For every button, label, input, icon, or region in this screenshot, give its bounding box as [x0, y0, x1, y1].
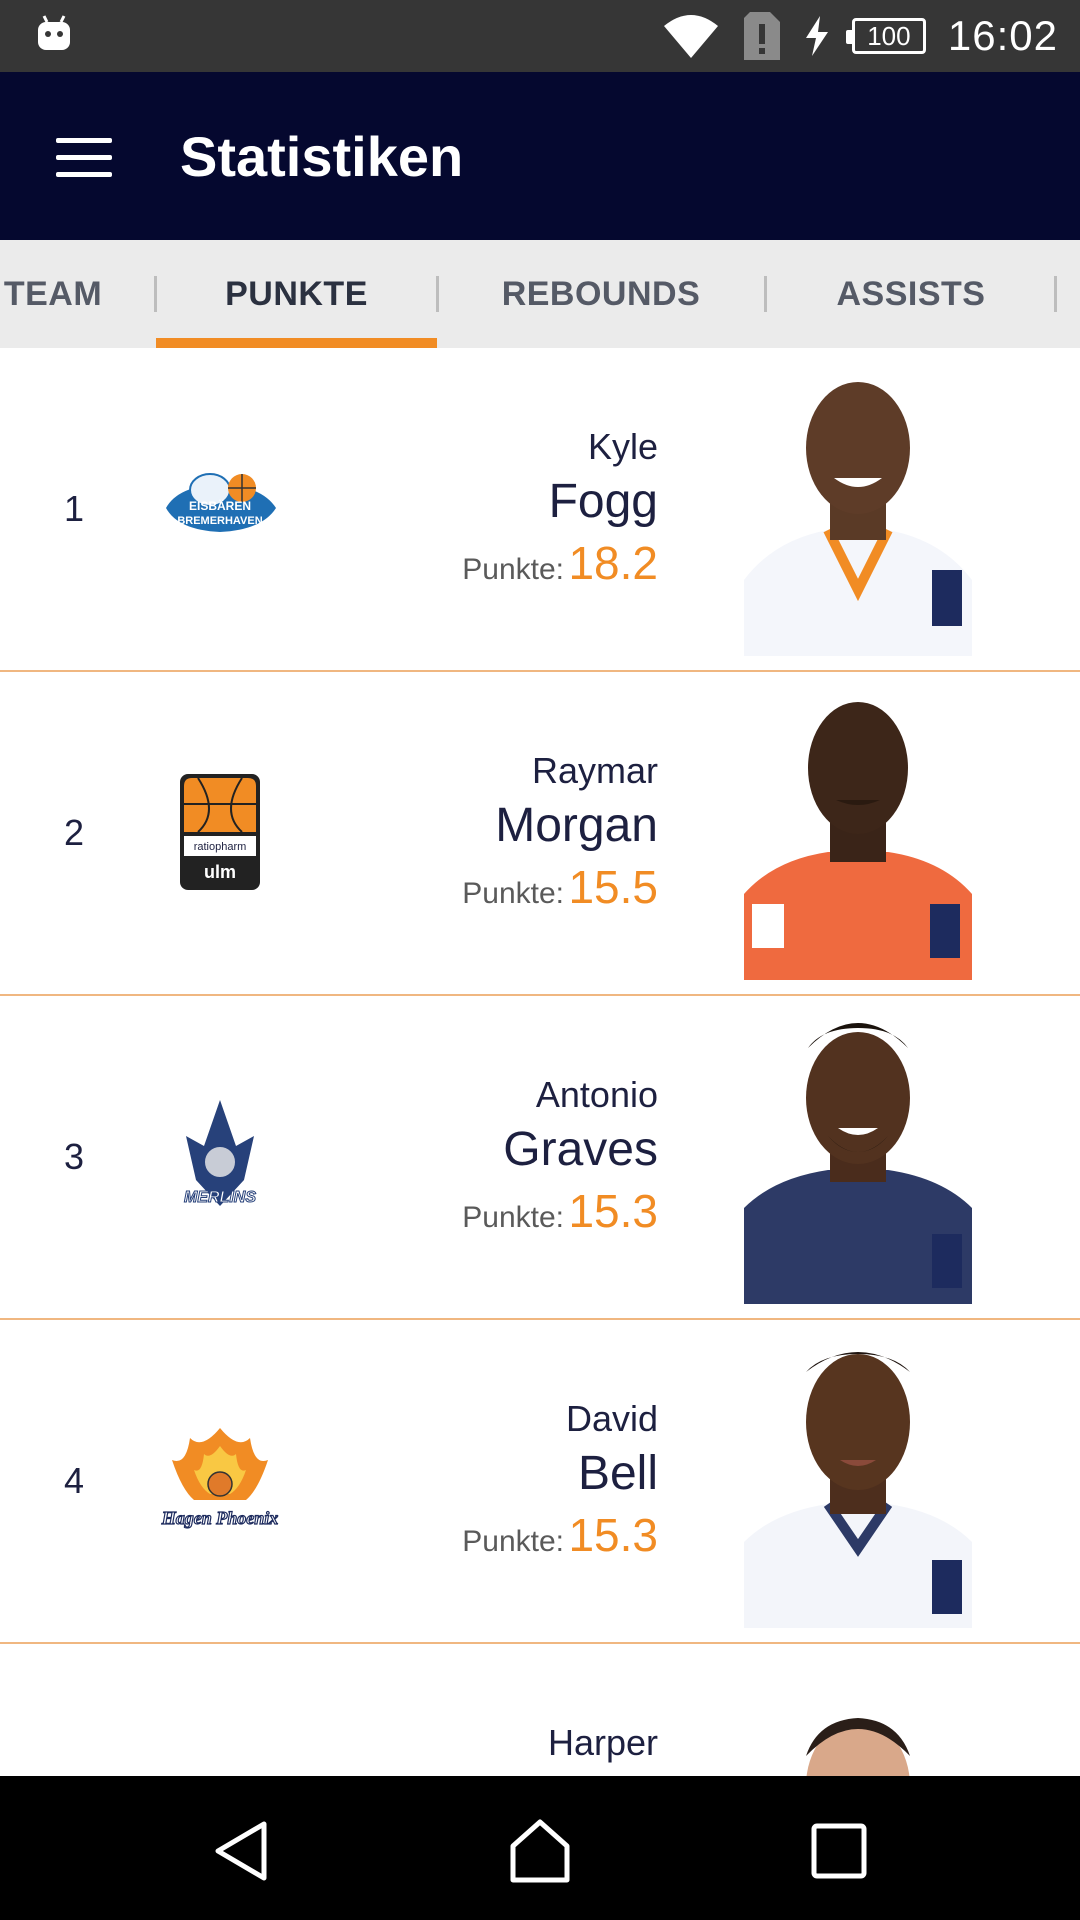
- tab-bar: TEAM PUNKTE REBOUNDS ASSISTS: [0, 240, 1080, 348]
- status-time: 16:02: [947, 12, 1058, 59]
- player-last-name: Bell: [577, 1447, 658, 1500]
- charging-icon: [805, 16, 828, 56]
- android-icon: [38, 15, 70, 50]
- list-item[interactable]: 2 ratiopharm ulm Raymar Morgan Punkte: 1…: [0, 672, 1080, 996]
- points-label: Punkte:: [462, 877, 565, 910]
- list-item[interactable]: 4 Hagen Phoenix David Bell Punkte: 15.3: [0, 1320, 1080, 1644]
- home-icon[interactable]: [505, 1816, 575, 1886]
- player-first-name: Kyle: [587, 426, 658, 467]
- rank-number: 4: [64, 1460, 85, 1501]
- team-logo: EISBÄREN BREMERHAVEN: [166, 473, 276, 532]
- page-title: Statistiken: [180, 125, 464, 188]
- player-last-name: Morgan: [495, 799, 658, 852]
- menu-icon[interactable]: [56, 138, 112, 178]
- player-first-name: Raymar: [531, 750, 658, 791]
- list-item[interactable]: 1 EISBÄREN BREMERHAVEN Kyle Fogg Punkte:…: [0, 348, 1080, 672]
- player-list: 1 EISBÄREN BREMERHAVEN Kyle Fogg Punkte:…: [0, 348, 1080, 1776]
- tab-label: REBOUNDS: [501, 274, 701, 313]
- points-label: Punkte:: [462, 1525, 565, 1558]
- player-points: Punkte: 15.5: [462, 860, 658, 914]
- tab-assists[interactable]: ASSISTS: [768, 240, 1054, 348]
- team-logo: MERLINS: [184, 1100, 257, 1207]
- points-value: 18.2: [568, 537, 658, 589]
- points-label: Punkte:: [462, 1201, 565, 1234]
- player-photo: [744, 1352, 972, 1628]
- battery-level: 100: [867, 20, 911, 51]
- svg-text:MERLINS: MERLINS: [184, 1189, 256, 1206]
- list-item[interactable]: 3 MERLINS Antonio Graves Punkte: 15.3: [0, 996, 1080, 1320]
- team-logo: BG: [158, 1744, 283, 1776]
- tab-divider: [764, 276, 767, 312]
- player-points: Punkte: 15.3: [462, 1184, 658, 1238]
- points-value: 15.5: [568, 861, 658, 913]
- rank-number: 2: [64, 812, 85, 853]
- team-logo: Hagen Phoenix: [160, 1428, 279, 1529]
- list-item[interactable]: BG Harper: [0, 1644, 1080, 1776]
- player-points: Punkte: 15.3: [462, 1508, 658, 1562]
- player-first-name: Harper: [547, 1722, 658, 1763]
- player-photo: [744, 702, 972, 980]
- tab-divider: [436, 276, 439, 312]
- rank-number: 1: [64, 488, 85, 529]
- player-points: Punkte: 18.2: [462, 536, 658, 590]
- status-bar: 100 16:02: [0, 0, 1080, 72]
- player-last-name: Graves: [503, 1123, 658, 1176]
- points-label: Punkte:: [462, 553, 565, 586]
- tab-label: ASSISTS: [836, 274, 986, 313]
- tab-label: PUNKTE: [225, 274, 368, 313]
- back-icon[interactable]: [206, 1816, 276, 1886]
- tab-punkte[interactable]: PUNKTE: [156, 240, 437, 348]
- svg-text:BREMERHAVEN: BREMERHAVEN: [177, 515, 262, 527]
- points-value: 15.3: [568, 1509, 658, 1561]
- player-photo: [744, 382, 972, 656]
- sim-alert-icon: [743, 12, 780, 60]
- player-last-name: Fogg: [548, 475, 658, 528]
- player-first-name: Antonio: [535, 1074, 658, 1115]
- tab-label: TEAM: [3, 274, 103, 313]
- wifi-icon: [663, 15, 718, 58]
- tab-divider: [1054, 276, 1057, 312]
- team-logo: ratiopharm ulm: [180, 774, 260, 890]
- tab-team[interactable]: TEAM: [0, 240, 146, 348]
- player-first-name: David: [565, 1398, 658, 1439]
- svg-text:EISBÄREN: EISBÄREN: [189, 498, 251, 513]
- app-bar: Statistiken: [0, 72, 1080, 240]
- points-value: 15.3: [568, 1185, 658, 1237]
- navigation-bar: [0, 1776, 1080, 1920]
- battery-icon: 100: [845, 18, 926, 54]
- svg-text:ratiopharm: ratiopharm: [194, 841, 247, 853]
- player-photo: [806, 1718, 910, 1776]
- svg-text:ulm: ulm: [204, 862, 236, 882]
- recents-icon[interactable]: [804, 1816, 874, 1886]
- rank-number: 3: [64, 1136, 85, 1177]
- tab-rebounds[interactable]: REBOUNDS: [440, 240, 762, 348]
- player-photo: [744, 1023, 972, 1304]
- svg-text:Hagen Phoenix: Hagen Phoenix: [161, 1508, 279, 1528]
